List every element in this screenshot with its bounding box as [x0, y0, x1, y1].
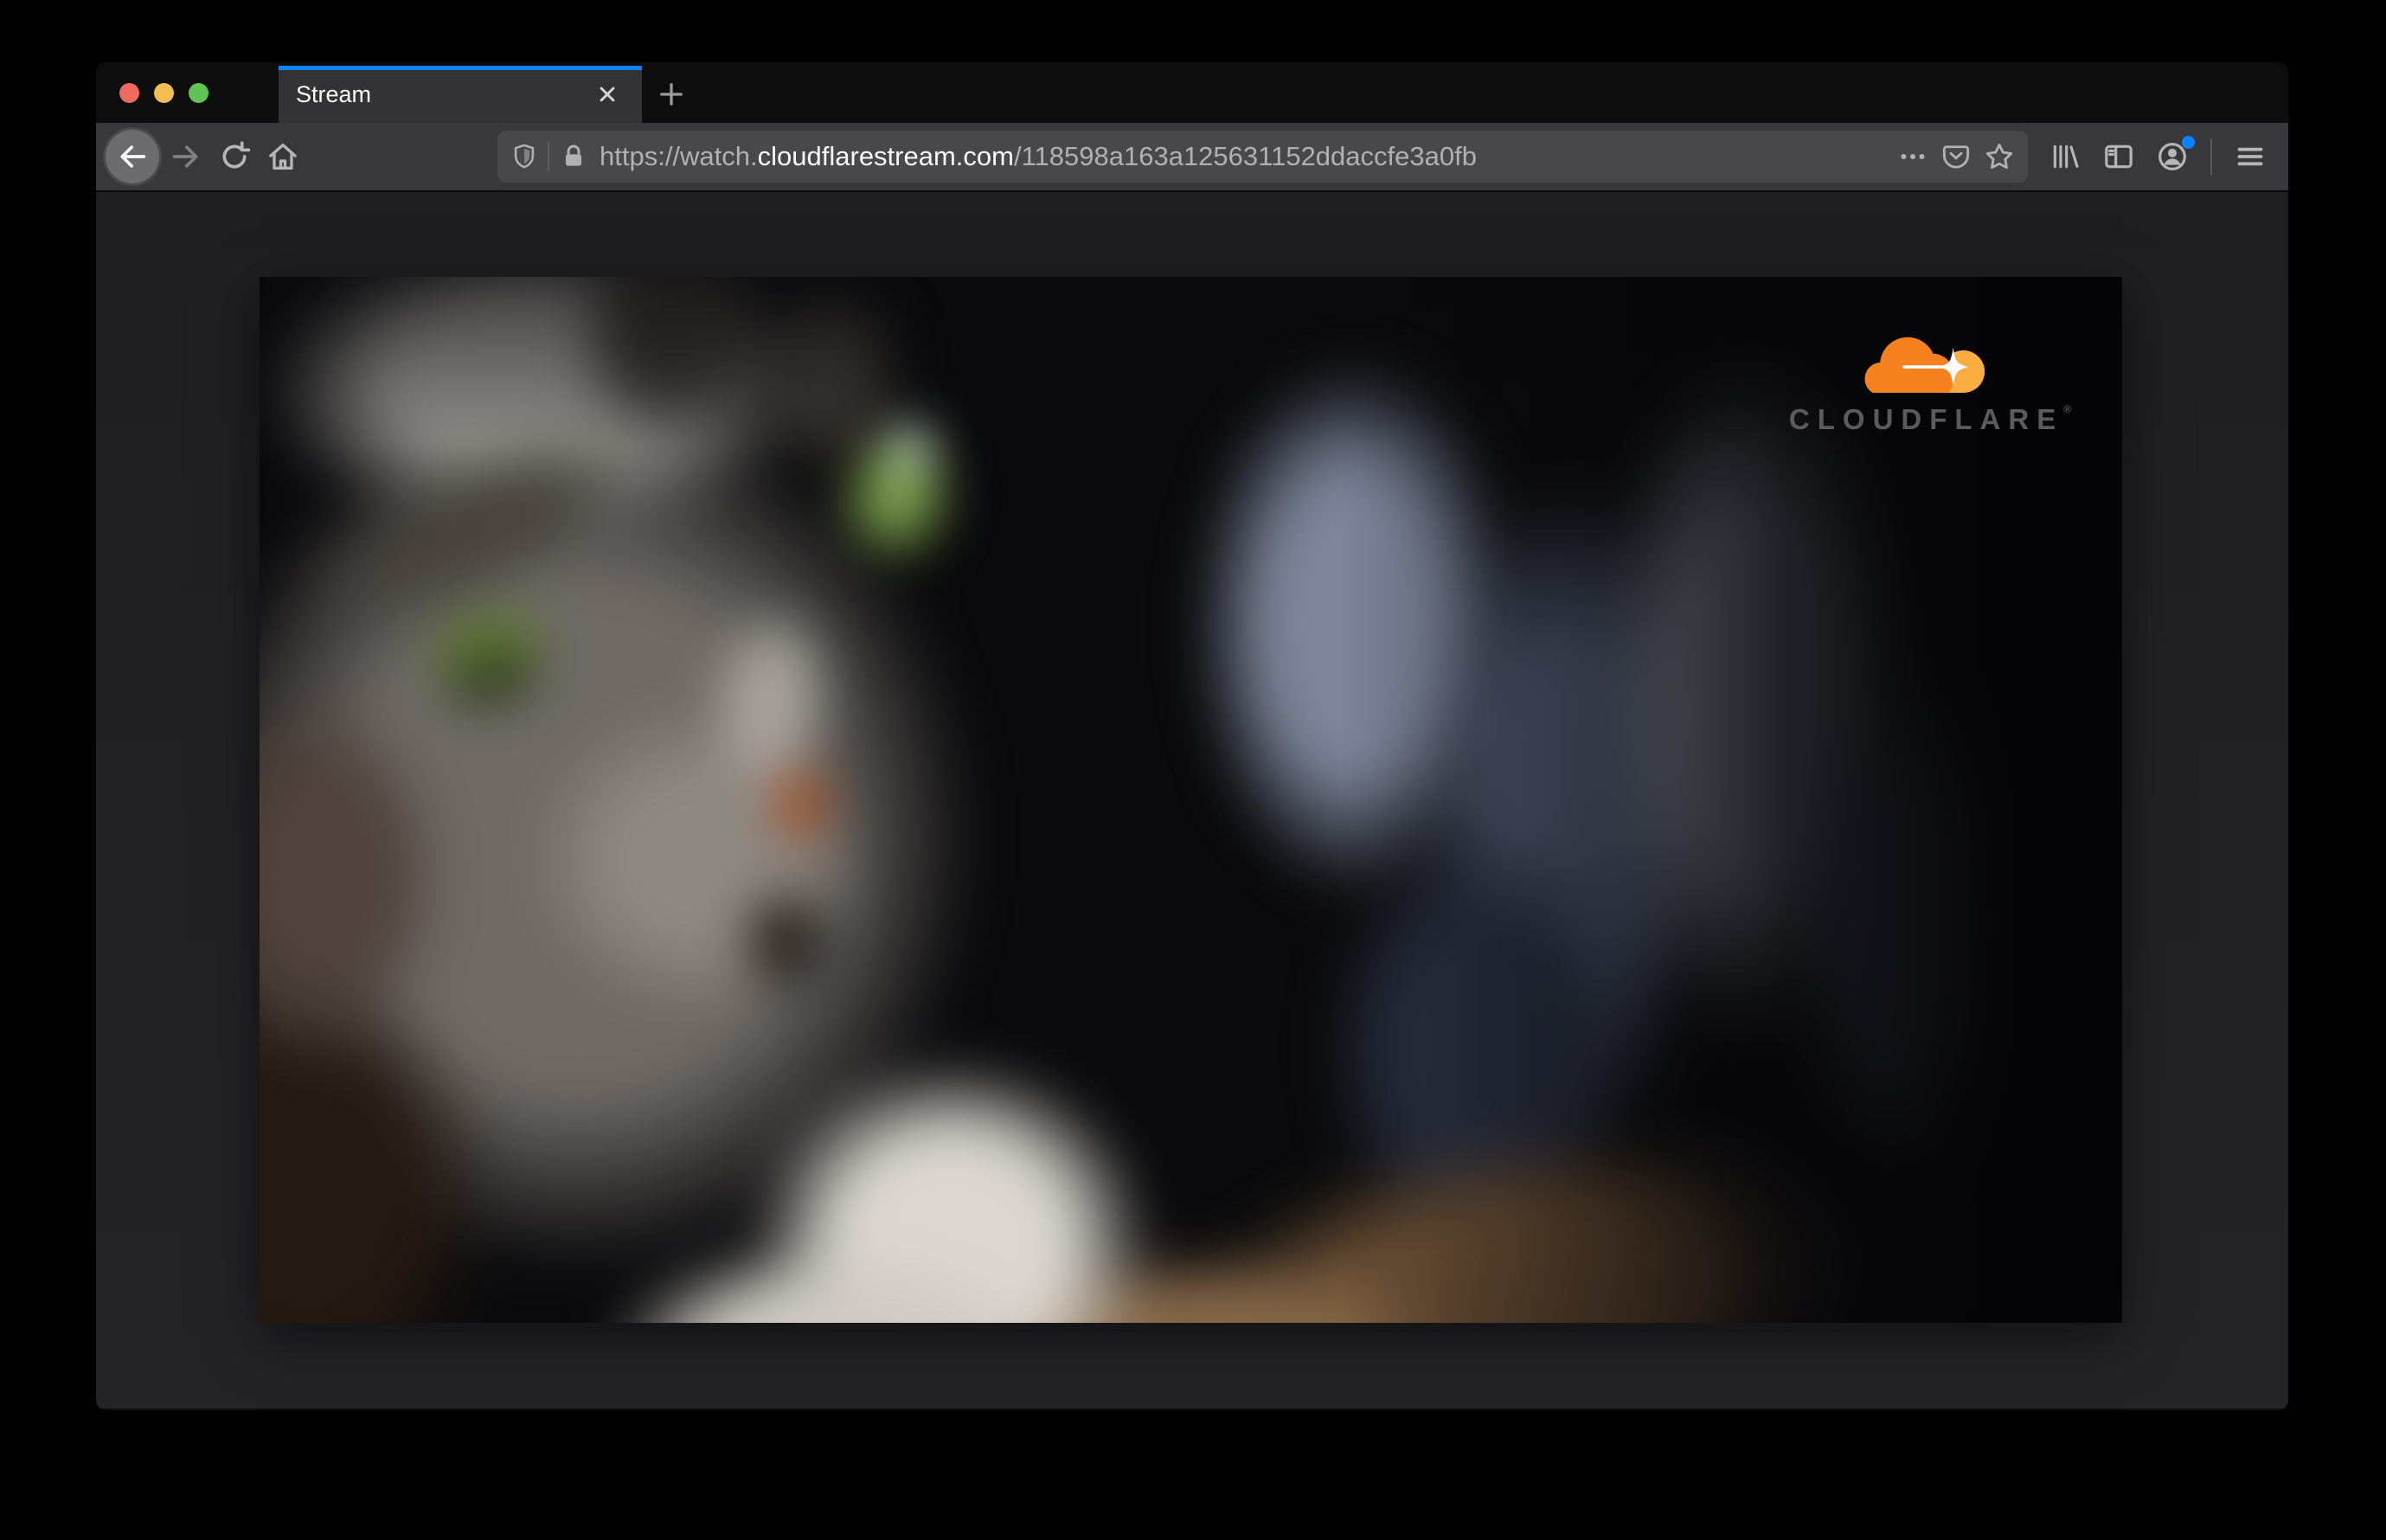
window-close-button[interactable] [119, 82, 139, 103]
bookmark-button[interactable] [1978, 135, 2021, 178]
cloudflare-cloud-icon [1863, 337, 1985, 393]
sidebar-icon [2105, 144, 2133, 169]
tab-title: Stream [296, 80, 372, 107]
window-zoom-button[interactable] [189, 82, 208, 103]
address-bar[interactable]: https://watch.cloudflarestream.com/11859… [497, 131, 2028, 183]
back-icon [120, 145, 146, 168]
library-button[interactable] [2041, 132, 2089, 181]
home-button[interactable] [259, 132, 307, 181]
desktop: Stream https://watch.cloudflarestream.co… [0, 0, 2386, 1540]
window-controls [96, 62, 279, 123]
cloudflare-wordmark: CLOUDFLARE® [1788, 403, 2072, 435]
forward-icon [172, 145, 198, 168]
pocket-icon [1942, 145, 1970, 169]
lock-icon[interactable] [560, 143, 587, 170]
reload-icon [222, 141, 251, 169]
page-actions-button[interactable] [1891, 135, 1934, 178]
hamburger-menu-icon [2237, 147, 2263, 166]
video-player[interactable]: CLOUDFLARE® [260, 277, 2122, 1323]
reload-button[interactable] [210, 132, 259, 181]
close-tab-button[interactable] [588, 75, 626, 113]
menu-button[interactable] [2226, 132, 2274, 181]
url-domain: cloudflarestream.com [757, 141, 1014, 171]
page-content: CLOUDFLARE® [96, 192, 2288, 1408]
plus-icon [660, 83, 683, 106]
url-path: /118598a163a125631152ddaccfe3a0fb [1013, 141, 1477, 171]
urlbar-divider [548, 142, 549, 171]
library-icon [2053, 144, 2079, 169]
cloudflare-watermark: CLOUDFLARE® [1783, 327, 2077, 436]
registered-mark: ® [2063, 403, 2072, 415]
three-dots-icon [1901, 154, 1925, 159]
home-icon [269, 144, 297, 170]
tracking-protection-shield-icon[interactable] [510, 142, 539, 171]
tab-bar: Stream [96, 62, 2288, 123]
pocket-button[interactable] [1934, 135, 1978, 178]
navigation-toolbar: https://watch.cloudflarestream.com/11859… [96, 123, 2288, 192]
tab-stream[interactable]: Stream [279, 66, 642, 123]
account-button[interactable] [2148, 132, 2197, 181]
new-tab-button[interactable] [647, 66, 696, 123]
toolbar-right [2041, 132, 2274, 181]
url-text: https://watch.cloudflarestream.com/11859… [600, 141, 1891, 172]
sidebar-button[interactable] [2094, 132, 2143, 181]
close-icon [600, 87, 615, 102]
toolbar-separator [2210, 138, 2212, 175]
star-icon [1985, 143, 2013, 170]
account-notification-dot [2182, 136, 2195, 149]
browser-window: Stream https://watch.cloudflarestream.co… [96, 62, 2288, 1410]
window-minimize-button[interactable] [154, 82, 174, 103]
active-tab-indicator [279, 66, 642, 70]
back-button[interactable] [103, 127, 162, 186]
url-prefix: https://watch. [600, 141, 758, 171]
forward-button[interactable] [162, 132, 210, 181]
